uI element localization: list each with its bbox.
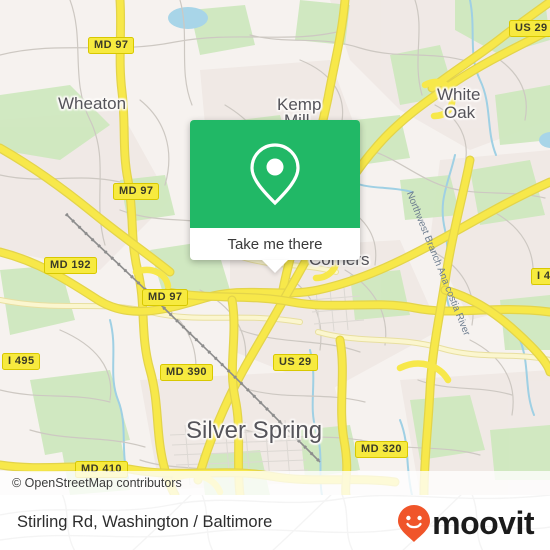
place-label-oak: Oak xyxy=(444,103,476,122)
moovit-map-screenshot: .rd-major-cas { fill:none; stroke:#e3d44… xyxy=(0,0,550,550)
place-label-wheaton: Wheaton xyxy=(58,94,127,113)
road-shield: MD 97 xyxy=(113,183,160,200)
road-shield: US 29 xyxy=(273,354,318,371)
road-shield: I 495 xyxy=(2,353,41,370)
take-me-there-popup[interactable]: Take me there xyxy=(190,120,360,273)
bottom-info-bar: Stirling Rd, Washington / Baltimore moov… xyxy=(0,495,550,550)
location-title: Stirling Rd, Washington / Baltimore xyxy=(17,513,273,531)
road-shield: MD 97 xyxy=(142,289,189,306)
place-label-silver-spring: Silver Spring xyxy=(186,417,323,444)
popup-action-bar[interactable]: Take me there xyxy=(190,228,360,273)
map-pin-icon xyxy=(250,143,300,206)
road-shield: US 29 xyxy=(509,20,550,37)
popup-pointer-tail xyxy=(262,260,288,273)
road-shield: MD 97 xyxy=(88,37,135,54)
place-label-white: White xyxy=(437,85,481,104)
popup-icon-area xyxy=(190,120,360,228)
moovit-pin-icon xyxy=(398,504,431,542)
road-shield: MD 390 xyxy=(160,364,213,381)
road-shield: MD 192 xyxy=(44,257,97,274)
road-shield: I 49 xyxy=(531,268,550,285)
moovit-wordmark: moovit xyxy=(432,504,534,541)
osm-attribution[interactable]: © OpenStreetMap contributors xyxy=(0,471,550,495)
road-shield: MD 320 xyxy=(355,441,408,458)
moovit-logo[interactable]: moovit xyxy=(397,495,534,550)
take-me-there-label: Take me there xyxy=(227,235,323,253)
